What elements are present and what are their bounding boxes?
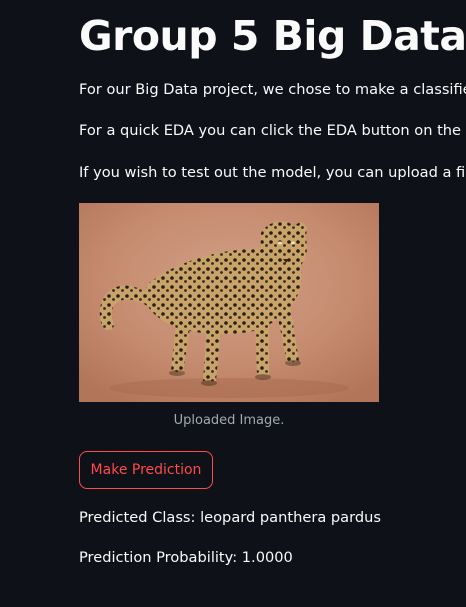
upload-paragraph: If you wish to test out the model, you c… xyxy=(79,164,466,181)
page-title: Group 5 Big Data Project xyxy=(79,12,466,60)
intro-paragraph: For our Big Data project, we chose to ma… xyxy=(79,81,466,98)
uploaded-image xyxy=(79,203,379,402)
leopard-image xyxy=(79,203,379,402)
eda-paragraph: For a quick EDA you can click the EDA bu… xyxy=(79,122,466,139)
image-caption: Uploaded Image. xyxy=(173,413,285,428)
prediction-probability-text: Prediction Probability: 1.0000 xyxy=(79,549,293,566)
main-page: Group 5 Big Data Project For our Big Dat… xyxy=(0,0,466,607)
predicted-class-text: Predicted Class: leopard panthera pardus xyxy=(79,509,381,526)
make-prediction-button[interactable]: Make Prediction xyxy=(79,451,213,489)
